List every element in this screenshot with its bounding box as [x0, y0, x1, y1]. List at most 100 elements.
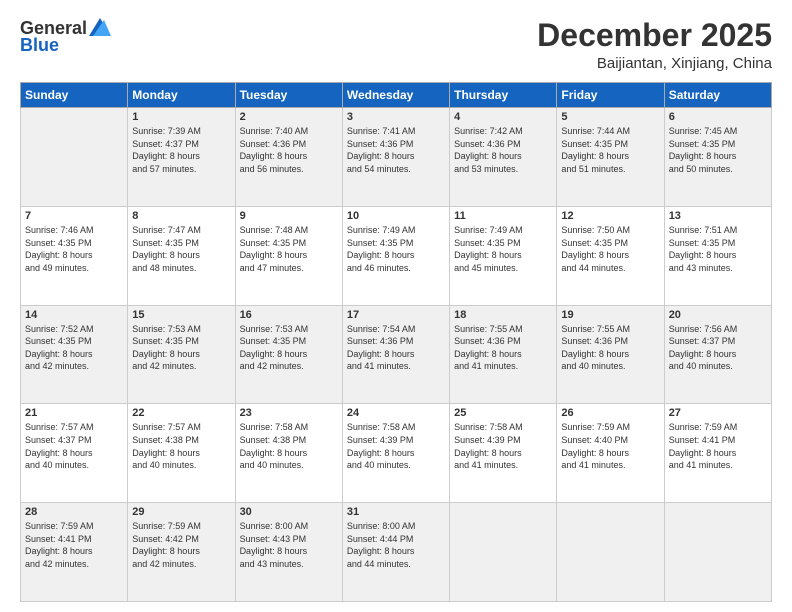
day-number: 26: [561, 407, 659, 419]
day-info: Sunrise: 7:39 AM Sunset: 4:37 PM Dayligh…: [132, 125, 230, 175]
table-row: [21, 108, 128, 207]
day-number: 4: [454, 111, 552, 123]
table-row: 14 Sunrise: 7:52 AM Sunset: 4:35 PM Dayli…: [21, 305, 128, 404]
day-number: 23: [240, 407, 338, 419]
day-number: 16: [240, 309, 338, 321]
table-row: 6Sunrise: 7:45 AM Sunset: 4:35 PM Daylig…: [664, 108, 771, 207]
day-info: Sunrise: 7:57 AM Sunset: 4:38 PM Dayligh…: [132, 421, 230, 471]
calendar-row-3: 21 Sunrise: 7:57 AM Sunset: 4:37 PM Dayli…: [21, 404, 772, 503]
logo-blue: Blue: [20, 35, 59, 56]
day-number: 3: [347, 111, 445, 123]
day-info: Sunrise: 7:56 AM Sunset: 4:37 PM Dayligh…: [669, 323, 767, 373]
day-number: 29: [132, 506, 230, 518]
day-number: 24: [347, 407, 445, 419]
col-wednesday: Wednesday: [342, 83, 449, 108]
table-row: 13Sunrise: 7:51 AM Sunset: 4:35 PM Dayli…: [664, 206, 771, 305]
day-number: 22: [132, 407, 230, 419]
table-row: 8 Sunrise: 7:47 AM Sunset: 4:35 PM Daylig…: [128, 206, 235, 305]
table-row: 16 Sunrise: 7:53 AM Sunset: 4:35 PM Dayli…: [235, 305, 342, 404]
day-info: Sunrise: 7:59 AM Sunset: 4:41 PM Dayligh…: [25, 520, 123, 570]
day-info: Sunrise: 7:55 AM Sunset: 4:36 PM Dayligh…: [561, 323, 659, 373]
day-number: 9: [240, 210, 338, 222]
logo-icon: [89, 18, 111, 36]
day-number: 7: [25, 210, 123, 222]
day-number: 10: [347, 210, 445, 222]
page: General Blue December 2025 Baijiantan, X…: [0, 0, 792, 612]
day-number: 5: [561, 111, 659, 123]
day-info: Sunrise: 7:46 AM Sunset: 4:35 PM Dayligh…: [25, 224, 123, 274]
table-row: 9 Sunrise: 7:48 AM Sunset: 4:35 PM Daylig…: [235, 206, 342, 305]
day-info: Sunrise: 7:47 AM Sunset: 4:35 PM Dayligh…: [132, 224, 230, 274]
day-info: Sunrise: 7:53 AM Sunset: 4:35 PM Dayligh…: [132, 323, 230, 373]
calendar-row-4: 28 Sunrise: 7:59 AM Sunset: 4:41 PM Dayli…: [21, 503, 772, 602]
day-info: Sunrise: 8:00 AM Sunset: 4:43 PM Dayligh…: [240, 520, 338, 570]
table-row: 28 Sunrise: 7:59 AM Sunset: 4:41 PM Dayli…: [21, 503, 128, 602]
day-number: 19: [561, 309, 659, 321]
table-row: [664, 503, 771, 602]
day-number: 14: [25, 309, 123, 321]
table-row: 27 Sunrise: 7:59 AM Sunset: 4:41 PM Dayli…: [664, 404, 771, 503]
calendar-row-1: 7 Sunrise: 7:46 AM Sunset: 4:35 PM Daylig…: [21, 206, 772, 305]
table-row: 29 Sunrise: 7:59 AM Sunset: 4:42 PM Dayli…: [128, 503, 235, 602]
header: General Blue December 2025 Baijiantan, X…: [20, 18, 772, 72]
table-row: [450, 503, 557, 602]
table-row: 20 Sunrise: 7:56 AM Sunset: 4:37 PM Dayli…: [664, 305, 771, 404]
col-monday: Monday: [128, 83, 235, 108]
day-info: Sunrise: 7:58 AM Sunset: 4:38 PM Dayligh…: [240, 421, 338, 471]
table-row: 24 Sunrise: 7:58 AM Sunset: 4:39 PM Dayli…: [342, 404, 449, 503]
day-number: 27: [669, 407, 767, 419]
day-info: Sunrise: 7:54 AM Sunset: 4:36 PM Dayligh…: [347, 323, 445, 373]
table-row: 11Sunrise: 7:49 AM Sunset: 4:35 PM Dayli…: [450, 206, 557, 305]
table-row: 7 Sunrise: 7:46 AM Sunset: 4:35 PM Daylig…: [21, 206, 128, 305]
calendar-row-0: 1Sunrise: 7:39 AM Sunset: 4:37 PM Daylig…: [21, 108, 772, 207]
table-row: 18Sunrise: 7:55 AM Sunset: 4:36 PM Dayli…: [450, 305, 557, 404]
day-info: Sunrise: 7:52 AM Sunset: 4:35 PM Dayligh…: [25, 323, 123, 373]
calendar-row-2: 14 Sunrise: 7:52 AM Sunset: 4:35 PM Dayli…: [21, 305, 772, 404]
day-info: Sunrise: 7:55 AM Sunset: 4:36 PM Dayligh…: [454, 323, 552, 373]
day-info: Sunrise: 7:48 AM Sunset: 4:35 PM Dayligh…: [240, 224, 338, 274]
table-row: 5Sunrise: 7:44 AM Sunset: 4:35 PM Daylig…: [557, 108, 664, 207]
table-row: 31Sunrise: 8:00 AM Sunset: 4:44 PM Dayli…: [342, 503, 449, 602]
table-row: 23 Sunrise: 7:58 AM Sunset: 4:38 PM Dayli…: [235, 404, 342, 503]
table-row: 26 Sunrise: 7:59 AM Sunset: 4:40 PM Dayli…: [557, 404, 664, 503]
day-info: Sunrise: 7:49 AM Sunset: 4:35 PM Dayligh…: [347, 224, 445, 274]
table-row: 22 Sunrise: 7:57 AM Sunset: 4:38 PM Dayli…: [128, 404, 235, 503]
month-title: December 2025: [537, 18, 772, 53]
day-info: Sunrise: 8:00 AM Sunset: 4:44 PM Dayligh…: [347, 520, 445, 570]
day-number: 12: [561, 210, 659, 222]
table-row: 2Sunrise: 7:40 AM Sunset: 4:36 PM Daylig…: [235, 108, 342, 207]
col-thursday: Thursday: [450, 83, 557, 108]
day-number: 17: [347, 309, 445, 321]
day-info: Sunrise: 7:57 AM Sunset: 4:37 PM Dayligh…: [25, 421, 123, 471]
day-info: Sunrise: 7:58 AM Sunset: 4:39 PM Dayligh…: [454, 421, 552, 471]
day-info: Sunrise: 7:49 AM Sunset: 4:35 PM Dayligh…: [454, 224, 552, 274]
col-sunday: Sunday: [21, 83, 128, 108]
calendar: Sunday Monday Tuesday Wednesday Thursday…: [20, 82, 772, 602]
day-number: 6: [669, 111, 767, 123]
col-friday: Friday: [557, 83, 664, 108]
table-row: 15Sunrise: 7:53 AM Sunset: 4:35 PM Dayli…: [128, 305, 235, 404]
table-row: 19 Sunrise: 7:55 AM Sunset: 4:36 PM Dayli…: [557, 305, 664, 404]
table-row: 1Sunrise: 7:39 AM Sunset: 4:37 PM Daylig…: [128, 108, 235, 207]
day-number: 21: [25, 407, 123, 419]
day-info: Sunrise: 7:58 AM Sunset: 4:39 PM Dayligh…: [347, 421, 445, 471]
day-number: 30: [240, 506, 338, 518]
calendar-header-row: Sunday Monday Tuesday Wednesday Thursday…: [21, 83, 772, 108]
logo: General Blue: [20, 18, 111, 56]
table-row: 3Sunrise: 7:41 AM Sunset: 4:36 PM Daylig…: [342, 108, 449, 207]
day-info: Sunrise: 7:40 AM Sunset: 4:36 PM Dayligh…: [240, 125, 338, 175]
day-number: 8: [132, 210, 230, 222]
table-row: 21 Sunrise: 7:57 AM Sunset: 4:37 PM Dayli…: [21, 404, 128, 503]
day-info: Sunrise: 7:53 AM Sunset: 4:35 PM Dayligh…: [240, 323, 338, 373]
day-info: Sunrise: 7:59 AM Sunset: 4:40 PM Dayligh…: [561, 421, 659, 471]
table-row: 10 Sunrise: 7:49 AM Sunset: 4:35 PM Dayli…: [342, 206, 449, 305]
table-row: 4Sunrise: 7:42 AM Sunset: 4:36 PM Daylig…: [450, 108, 557, 207]
day-info: Sunrise: 7:50 AM Sunset: 4:35 PM Dayligh…: [561, 224, 659, 274]
col-saturday: Saturday: [664, 83, 771, 108]
day-info: Sunrise: 7:59 AM Sunset: 4:42 PM Dayligh…: [132, 520, 230, 570]
day-info: Sunrise: 7:59 AM Sunset: 4:41 PM Dayligh…: [669, 421, 767, 471]
day-number: 25: [454, 407, 552, 419]
day-number: 28: [25, 506, 123, 518]
col-tuesday: Tuesday: [235, 83, 342, 108]
day-number: 20: [669, 309, 767, 321]
